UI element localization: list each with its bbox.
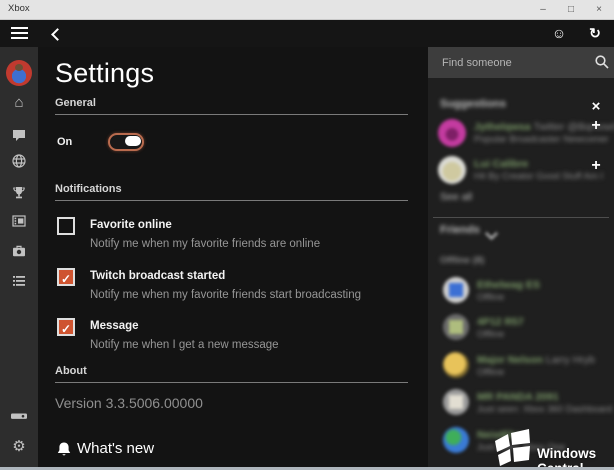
windows-logo-icon <box>488 428 534 470</box>
dismiss-suggestions-icon[interactable]: × <box>588 99 604 115</box>
friend-avatar[interactable] <box>443 277 469 303</box>
xbox-app-window: Xbox – □ × ☺ ↻ ⌂ ⚙ Settings General On N… <box>0 0 614 470</box>
close-button[interactable]: × <box>590 2 608 17</box>
friend-status: Offline <box>477 292 505 303</box>
friends-group-label[interactable]: Offline (8) <box>440 255 484 266</box>
avatar-art <box>449 320 463 334</box>
toggle-label: On <box>57 136 73 148</box>
suggestions-header: Suggestions <box>440 98 507 110</box>
checkbox-description: Notify me when my favorite friends start… <box>90 289 362 301</box>
checkbox-favorite-online[interactable] <box>57 217 75 235</box>
friend-avatar[interactable] <box>443 352 469 378</box>
home-icon[interactable]: ⌂ <box>0 95 38 111</box>
friend-name[interactable]: Ethelwag ES <box>477 279 540 291</box>
checkbox-label: Twitch broadcast started <box>90 270 226 282</box>
check-icon: ✓ <box>60 322 72 336</box>
whats-new-link[interactable]: What's new <box>77 440 154 457</box>
suggestion-name[interactable]: Lui Calibre <box>474 158 528 170</box>
feedback-smiley-icon[interactable]: ☺ <box>549 24 569 42</box>
hamburger-menu-icon[interactable] <box>11 27 28 39</box>
friend-avatar[interactable] <box>443 314 469 340</box>
avatar-art <box>449 395 463 409</box>
checkbox-description: Notify me when I get a new message <box>90 339 279 351</box>
screenshots-camera-icon[interactable] <box>0 243 38 259</box>
back-icon <box>51 28 64 41</box>
window-titlebar: Xbox – □ × <box>0 0 614 20</box>
suggestion-avatar[interactable] <box>438 156 466 184</box>
suggestion-description: Popular Broadcaster Newcomer <box>474 134 609 145</box>
find-someone-searchbox[interactable] <box>428 47 614 78</box>
checkbox-label: Favorite online <box>90 219 172 231</box>
friend-status: Offline <box>477 329 505 340</box>
friend-status: Just seen: Xbox 360 Dashboard <box>477 404 613 415</box>
divider <box>433 217 609 218</box>
friend-avatar[interactable] <box>443 427 469 453</box>
maximize-button[interactable]: □ <box>562 2 580 17</box>
minimize-button[interactable]: – <box>534 2 552 17</box>
settings-gear-icon[interactable]: ⚙ <box>0 439 38 455</box>
search-input[interactable] <box>440 53 584 73</box>
add-friend-icon[interactable]: + <box>588 118 604 134</box>
version-text: Version 3.3.5006.00000 <box>55 395 203 411</box>
see-all-link[interactable]: See all <box>440 191 472 203</box>
section-header-notifications: Notifications <box>55 183 122 195</box>
divider <box>55 200 408 201</box>
app-header <box>0 20 614 47</box>
friends-globe-icon[interactable] <box>0 153 38 169</box>
friend-name[interactable]: 4P12 R57 <box>477 316 524 328</box>
checkbox-description: Notify me when my favorite friends are o… <box>90 238 321 250</box>
divider <box>55 382 408 383</box>
search-icon[interactable] <box>594 54 610 75</box>
checkbox-label: Message <box>90 320 139 332</box>
page-title: Settings <box>55 58 155 88</box>
game-dvr-icon[interactable] <box>0 213 38 229</box>
friend-name[interactable]: MR PANDA 2091 <box>477 391 559 403</box>
friends-header[interactable]: Friends <box>440 224 480 236</box>
avatar-art <box>449 283 463 297</box>
friend-status: Offline <box>477 367 505 378</box>
toggle-knob <box>125 136 141 146</box>
add-friend-icon[interactable]: + <box>588 158 604 174</box>
general-toggle[interactable] <box>108 133 144 151</box>
back-button[interactable] <box>50 28 64 41</box>
friend-avatar[interactable] <box>443 389 469 415</box>
section-header-general: General <box>55 97 96 109</box>
bell-icon <box>56 441 72 464</box>
check-icon: ✓ <box>60 272 72 286</box>
connect-console-icon[interactable] <box>0 408 38 424</box>
user-avatar[interactable] <box>6 60 32 86</box>
suggestion-description: Hit By Creator Good Stuff Am I <box>474 171 604 182</box>
checkbox-message[interactable]: ✓ <box>57 318 75 336</box>
checkbox-twitch-broadcast[interactable]: ✓ <box>57 268 75 286</box>
friend-name[interactable]: Major Nelson Larry Hryb <box>477 354 595 366</box>
avatar-figure <box>15 64 23 71</box>
section-header-about: About <box>55 365 87 377</box>
window-title: Xbox <box>8 3 30 14</box>
divider <box>55 114 408 115</box>
achievements-trophy-icon[interactable] <box>0 185 38 201</box>
messages-icon[interactable] <box>0 127 38 143</box>
activity-feed-icon[interactable] <box>0 273 38 289</box>
refresh-icon[interactable]: ↻ <box>585 24 605 42</box>
suggestion-avatar[interactable] <box>438 119 466 147</box>
